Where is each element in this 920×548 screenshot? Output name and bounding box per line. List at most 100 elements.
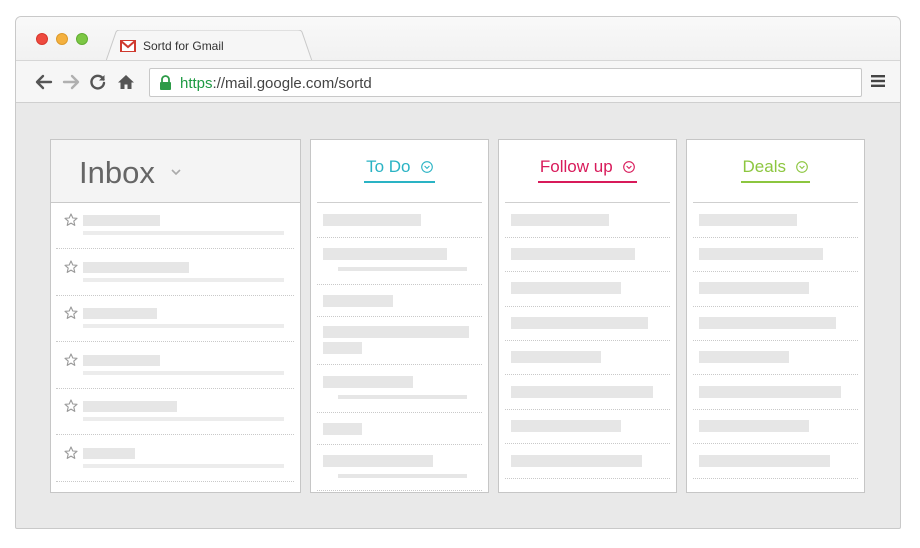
star-icon[interactable]: [64, 399, 78, 413]
card-text-placeholder: [323, 423, 362, 435]
card-text-placeholder: [338, 474, 467, 478]
todo-column: To Do: [310, 139, 489, 493]
task-card[interactable]: [693, 375, 858, 410]
close-window-button[interactable]: [36, 33, 48, 45]
url-path: ://mail.google.com/sortd: [212, 75, 372, 92]
card-text-placeholder: [699, 214, 797, 226]
email-subject-placeholder: [83, 308, 157, 319]
task-card[interactable]: [505, 444, 670, 479]
task-card[interactable]: [505, 341, 670, 375]
task-card[interactable]: [317, 365, 482, 413]
deals-column: Deals: [686, 139, 865, 493]
task-card[interactable]: [693, 410, 858, 444]
task-card[interactable]: [317, 203, 482, 238]
task-card[interactable]: [317, 317, 482, 365]
card-text-placeholder: [323, 455, 433, 467]
chevron-down-icon[interactable]: [171, 169, 181, 175]
reload-icon[interactable]: [89, 73, 107, 91]
star-icon[interactable]: [64, 259, 78, 274]
minimize-window-button[interactable]: [56, 33, 68, 45]
task-card[interactable]: [317, 238, 482, 285]
todo-header: To Do: [311, 140, 488, 202]
task-card[interactable]: [693, 341, 858, 375]
card-text-placeholder: [323, 248, 447, 260]
star-icon[interactable]: [64, 352, 78, 367]
card-text-placeholder: [323, 376, 413, 388]
follow-up-header: Follow up: [499, 140, 676, 202]
task-card[interactable]: [505, 203, 670, 238]
star-icon[interactable]: [64, 213, 78, 227]
email-row[interactable]: [56, 343, 294, 389]
task-card[interactable]: [317, 285, 482, 317]
email-snippet-placeholder: [83, 370, 284, 375]
inbox-column: Inbox: [50, 139, 301, 493]
card-text-placeholder: [699, 455, 830, 467]
browser-tab[interactable]: Sortd for Gmail: [106, 30, 314, 61]
email-row[interactable]: [56, 203, 294, 249]
hamburger-menu-icon[interactable]: [871, 74, 885, 88]
email-snippet-placeholder: [83, 231, 284, 235]
task-card[interactable]: [693, 272, 858, 307]
email-row[interactable]: [56, 389, 294, 435]
card-text-placeholder: [511, 351, 601, 363]
card-text-placeholder: [511, 248, 635, 260]
email-subject-placeholder: [83, 401, 177, 412]
follow-up-title[interactable]: Follow up: [537, 157, 638, 183]
star-icon[interactable]: [64, 306, 78, 320]
email-row[interactable]: [56, 296, 294, 342]
deals-label: Deals: [742, 157, 786, 176]
task-card[interactable]: [693, 307, 858, 341]
email-row[interactable]: [56, 436, 294, 482]
task-card[interactable]: [317, 413, 482, 445]
email-row[interactable]: [56, 250, 294, 296]
card-text-placeholder: [511, 214, 609, 226]
browser-toolbar: https://mail.google.com/sortd: [16, 60, 900, 103]
task-card[interactable]: [505, 238, 670, 272]
card-text-placeholder: [511, 386, 653, 398]
arrow-left-icon[interactable]: [35, 73, 53, 91]
task-card[interactable]: [693, 444, 858, 479]
arrow-right-icon[interactable]: [62, 73, 80, 91]
url-scheme: https: [180, 75, 213, 92]
email-subject-placeholder: [83, 354, 160, 366]
address-bar[interactable]: https://mail.google.com/sortd: [149, 68, 862, 97]
card-text-placeholder: [511, 282, 621, 294]
todo-title[interactable]: To Do: [364, 157, 435, 183]
card-text-placeholder: [511, 455, 642, 467]
card-text-placeholder: [323, 342, 362, 354]
deals-title[interactable]: Deals: [740, 157, 811, 183]
task-card[interactable]: [317, 445, 482, 491]
email-snippet-placeholder: [83, 324, 284, 328]
card-text-placeholder: [699, 317, 836, 329]
card-text-placeholder: [323, 326, 469, 338]
email-snippet-placeholder: [83, 417, 284, 421]
card-text-placeholder: [323, 295, 393, 307]
email-snippet-placeholder: [83, 463, 284, 468]
follow-up-label: Follow up: [539, 157, 613, 176]
follow-up-column: Follow up: [498, 139, 677, 493]
card-text-placeholder: [338, 267, 467, 271]
card-text-placeholder: [699, 282, 809, 294]
home-icon[interactable]: [117, 73, 135, 91]
task-card[interactable]: [693, 203, 858, 238]
maximize-window-button[interactable]: [76, 33, 88, 45]
task-card[interactable]: [505, 410, 670, 444]
card-text-placeholder: [511, 420, 621, 432]
star-icon[interactable]: [64, 445, 78, 460]
inbox-header[interactable]: Inbox: [51, 140, 300, 203]
card-text-placeholder: [511, 317, 648, 329]
chevron-down-icon[interactable]: [796, 161, 809, 173]
browser-window: Sortd for Gmail https://mail.google.com/…: [15, 16, 901, 529]
chevron-down-icon[interactable]: [421, 161, 433, 173]
card-text-placeholder: [699, 386, 841, 398]
gmail-icon: [120, 40, 136, 52]
task-card[interactable]: [693, 238, 858, 272]
url-text: https://mail.google.com/sortd: [180, 75, 372, 92]
task-card[interactable]: [505, 375, 670, 410]
inbox-title: Inbox: [79, 155, 155, 190]
chevron-down-icon[interactable]: [623, 161, 635, 173]
email-snippet-placeholder: [83, 277, 284, 282]
title-bar: Sortd for Gmail: [16, 17, 900, 61]
task-card[interactable]: [505, 307, 670, 341]
task-card[interactable]: [505, 272, 670, 307]
